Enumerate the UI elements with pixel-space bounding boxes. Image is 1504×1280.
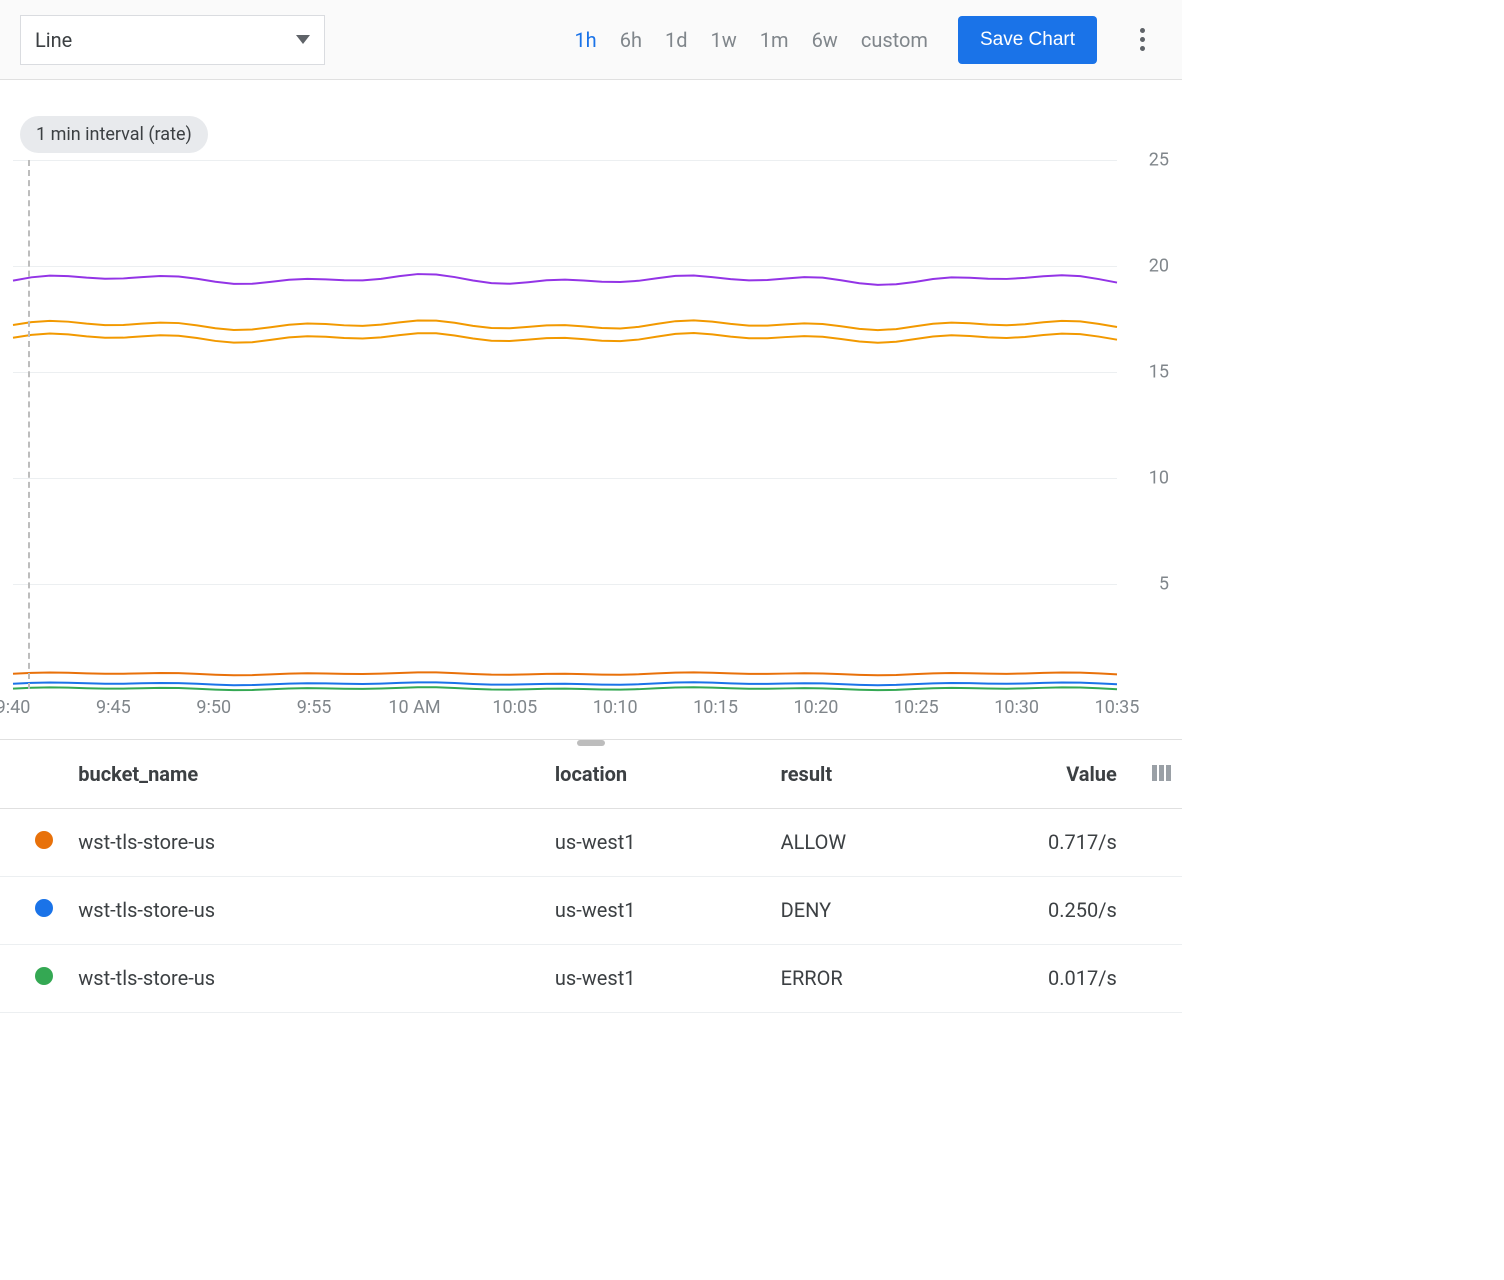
time-range-option[interactable]: 1w xyxy=(711,28,737,52)
y-tick-label: 5 xyxy=(1159,574,1169,595)
time-range-option[interactable]: 1d xyxy=(665,28,688,52)
chart-type-select[interactable]: Line xyxy=(20,15,325,65)
series-color-dot xyxy=(35,831,53,849)
legend-row[interactable]: wst-tls-store-usus-west1DENY0.250/s xyxy=(0,876,1182,944)
legend-dot-cell xyxy=(0,808,78,876)
legend-result: ERROR xyxy=(781,944,992,1012)
legend-location: us-west1 xyxy=(555,876,781,944)
resize-handle[interactable] xyxy=(577,740,605,746)
x-tick-label: 10:10 xyxy=(593,697,638,718)
legend-col-value[interactable]: Value xyxy=(991,740,1142,808)
legend-trailing xyxy=(1142,876,1182,944)
series-color-dot xyxy=(35,967,53,985)
x-tick-label: 10:25 xyxy=(894,697,939,718)
column-selector-button[interactable] xyxy=(1152,765,1171,781)
x-tick-label: 9:45 xyxy=(96,697,131,718)
legend-col-result[interactable]: result xyxy=(781,740,992,808)
legend-col-selector xyxy=(1142,740,1182,808)
kebab-dot-icon xyxy=(1140,28,1145,33)
legend-col-location[interactable]: location xyxy=(555,740,781,808)
x-tick-label: 10:20 xyxy=(793,697,838,718)
y-tick-label: 20 xyxy=(1149,256,1169,277)
chevron-down-icon xyxy=(296,35,310,44)
legend-col-bucket[interactable]: bucket_name xyxy=(78,740,555,808)
more-options-button[interactable] xyxy=(1122,20,1162,60)
chart-type-label: Line xyxy=(35,28,72,52)
legend-result: DENY xyxy=(781,876,992,944)
y-tick-label: 10 xyxy=(1149,468,1169,489)
legend-header-row: bucket_name location result Value xyxy=(0,740,1182,808)
x-tick-label: 10:30 xyxy=(994,697,1039,718)
kebab-dot-icon xyxy=(1140,46,1145,51)
series-line[interactable] xyxy=(13,682,1117,685)
legend-bucket: wst-tls-store-us xyxy=(78,876,555,944)
legend-dot-cell xyxy=(0,944,78,1012)
legend-result: ALLOW xyxy=(781,808,992,876)
time-cursor[interactable] xyxy=(28,160,30,689)
x-tick-label: 9:50 xyxy=(196,697,231,718)
legend-trailing xyxy=(1142,808,1182,876)
legend-location: us-west1 xyxy=(555,808,781,876)
gridline xyxy=(13,266,1117,267)
x-tick-label: 10:05 xyxy=(492,697,537,718)
time-range-option[interactable]: 6w xyxy=(812,28,838,52)
legend-value: 0.017/s xyxy=(991,944,1142,1012)
chart-area[interactable]: 1 min interval (rate) 510152025 9:409:45… xyxy=(0,80,1182,740)
time-range-picker: 1h 6h 1d 1w 1m 6w custom xyxy=(574,28,928,52)
save-chart-button[interactable]: Save Chart xyxy=(958,16,1097,64)
interval-pill: 1 min interval (rate) xyxy=(20,116,208,153)
legend-col-color xyxy=(0,740,78,808)
x-tick-label: 9:40 xyxy=(0,697,30,718)
legend-location: us-west1 xyxy=(555,944,781,1012)
toolbar: Line 1h 6h 1d 1w 1m 6w custom Save Chart xyxy=(0,0,1182,80)
legend-value: 0.250/s xyxy=(991,876,1142,944)
legend-row[interactable]: wst-tls-store-usus-west1ALLOW0.717/s xyxy=(0,808,1182,876)
x-tick-label: 10:15 xyxy=(693,697,738,718)
legend-bucket: wst-tls-store-us xyxy=(78,808,555,876)
time-range-option[interactable]: 1m xyxy=(760,28,789,52)
kebab-dot-icon xyxy=(1140,37,1145,42)
toolbar-right: 1h 6h 1d 1w 1m 6w custom Save Chart xyxy=(574,16,1162,64)
time-range-option[interactable]: 6h xyxy=(620,28,642,52)
gridline xyxy=(13,160,1117,161)
series-lines xyxy=(13,160,1117,689)
legend-trailing xyxy=(1142,944,1182,1012)
gridline xyxy=(13,478,1117,479)
gridline xyxy=(13,372,1117,373)
x-tick-label: 10:35 xyxy=(1095,697,1140,718)
series-line[interactable] xyxy=(13,687,1117,690)
x-tick-label: 10 AM xyxy=(388,697,440,718)
plot-surface[interactable]: 510152025 xyxy=(13,160,1117,689)
y-tick-label: 25 xyxy=(1149,150,1169,171)
time-range-option[interactable]: 1h xyxy=(574,28,596,52)
series-line[interactable] xyxy=(13,320,1117,330)
gridline xyxy=(13,584,1117,585)
legend-dot-cell xyxy=(0,876,78,944)
series-line[interactable] xyxy=(13,333,1117,343)
x-axis: 9:409:459:509:5510 AM10:0510:1010:1510:2… xyxy=(13,697,1117,727)
legend-bucket: wst-tls-store-us xyxy=(78,944,555,1012)
series-line[interactable] xyxy=(13,274,1117,285)
series-color-dot xyxy=(35,899,53,917)
series-line[interactable] xyxy=(13,672,1117,675)
x-tick-label: 9:55 xyxy=(297,697,332,718)
time-range-option[interactable]: custom xyxy=(861,28,928,52)
legend-row[interactable]: wst-tls-store-usus-west1ERROR0.017/s xyxy=(0,944,1182,1012)
legend-table: bucket_name location result Value wst-tl… xyxy=(0,740,1182,1013)
y-tick-label: 15 xyxy=(1149,362,1169,383)
legend-value: 0.717/s xyxy=(991,808,1142,876)
